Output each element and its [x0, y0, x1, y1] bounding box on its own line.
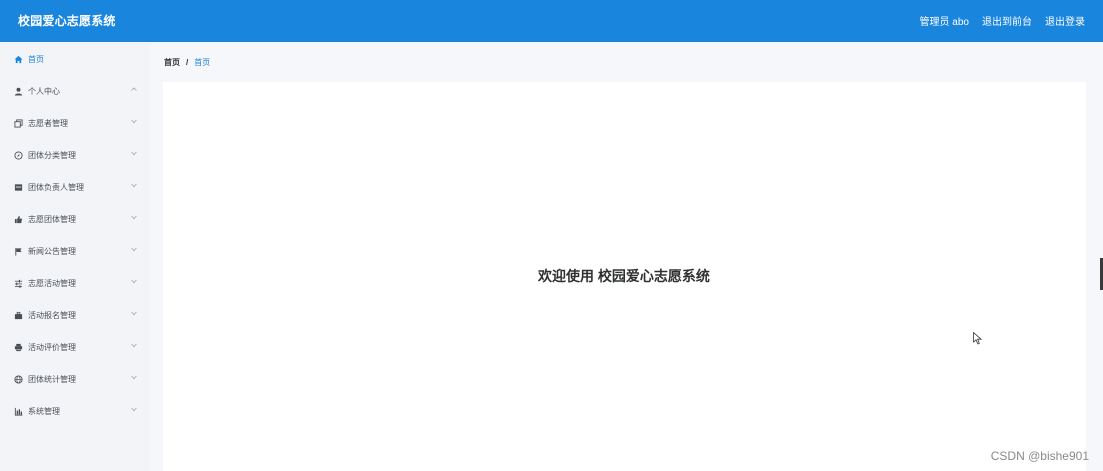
user-icon: [13, 86, 23, 96]
sidebar-item-label: 新闻公告管理: [28, 246, 76, 256]
flag-icon: [13, 246, 23, 256]
sidebar-item-profile[interactable]: 个人中心: [0, 78, 150, 104]
chevron-down-icon: [130, 213, 138, 221]
thumb-icon: [13, 214, 23, 224]
sidebar-item-label: 首页: [28, 54, 44, 64]
compass-icon: [13, 150, 23, 160]
sidebar-item-label: 团体负责人管理: [28, 182, 84, 192]
chevron-down-icon: [130, 277, 138, 285]
sidebar-item-label: 活动评价管理: [28, 342, 76, 352]
sidebar: 首页 个人中心 志愿者管理 团体分类管理 团体负责人管理 志愿团体管理 新闻公告…: [0, 42, 150, 471]
sidebar-item-label: 志愿活动管理: [28, 278, 76, 288]
welcome-message: 欢迎使用 校园爱心志愿系统: [163, 266, 1086, 286]
chevron-down-icon: [130, 373, 138, 381]
briefcase-icon: [13, 310, 23, 320]
sidebar-item-group-categories[interactable]: 团体分类管理: [0, 142, 150, 168]
welcome-card: 欢迎使用 校园爱心志愿系统: [163, 82, 1086, 471]
card-icon: [13, 182, 23, 192]
sidebar-item-volunteers[interactable]: 志愿者管理: [0, 110, 150, 136]
welcome-text: 欢迎使用 校园爱心志愿系统: [538, 268, 710, 284]
sidebar-item-label: 系统管理: [28, 406, 60, 416]
admin-user-label: 管理员 abo: [919, 17, 969, 28]
sidebar-item-volunteer-groups[interactable]: 志愿团体管理: [0, 206, 150, 232]
sidebar-item-label: 活动报名管理: [28, 310, 76, 320]
breadcrumb-separator: /: [186, 58, 189, 67]
chevron-down-icon: [130, 245, 138, 253]
sidebar-item-system[interactable]: 系统管理: [0, 398, 150, 424]
top-navbar: 校园爱心志愿系统 管理员 abo 退出到前台 退出登录: [0, 0, 1103, 42]
sidebar-item-home[interactable]: 首页: [0, 46, 150, 72]
chevron-up-icon: [130, 85, 138, 93]
sidebar-item-label: 团体统计管理: [28, 374, 76, 384]
breadcrumb: 首页 / 首页: [164, 57, 210, 68]
printer-icon: [13, 342, 23, 352]
main-content: 首页 / 首页 欢迎使用 校园爱心志愿系统: [150, 42, 1103, 471]
sidebar-item-statistics[interactable]: 团体统计管理: [0, 366, 150, 392]
chevron-down-icon: [130, 405, 138, 413]
chevron-down-icon: [130, 341, 138, 349]
breadcrumb-home[interactable]: 首页: [164, 57, 180, 68]
chevron-down-icon: [130, 309, 138, 317]
home-icon: [13, 54, 23, 64]
sidebar-item-evaluations[interactable]: 活动评价管理: [0, 334, 150, 360]
chevron-down-icon: [130, 117, 138, 125]
sidebar-item-label: 志愿团体管理: [28, 214, 76, 224]
sliders-icon: [13, 278, 23, 288]
globe-icon: [13, 374, 23, 384]
sidebar-item-registrations[interactable]: 活动报名管理: [0, 302, 150, 328]
logout-link[interactable]: 退出登录: [1045, 13, 1085, 28]
chevron-down-icon: [130, 149, 138, 157]
breadcrumb-current: 首页: [194, 58, 211, 67]
watermark: CSDN @bishe901: [990, 449, 1089, 463]
mouse-pointer-icon: [973, 331, 983, 345]
top-actions: 管理员 abo 退出到前台 退出登录: [920, 13, 1085, 28]
chart-icon: [13, 406, 23, 416]
exit-to-frontend-link[interactable]: 退出到前台: [982, 13, 1032, 28]
sidebar-item-label: 个人中心: [28, 86, 60, 96]
sidebar-item-label: 志愿者管理: [28, 118, 68, 128]
copy-icon: [13, 118, 23, 128]
sidebar-item-activities[interactable]: 志愿活动管理: [0, 270, 150, 296]
sidebar-item-label: 团体分类管理: [28, 150, 76, 160]
app-title: 校园爱心志愿系统: [18, 14, 116, 28]
sidebar-item-group-leaders[interactable]: 团体负责人管理: [0, 174, 150, 200]
chevron-down-icon: [130, 181, 138, 189]
sidebar-item-news[interactable]: 新闻公告管理: [0, 238, 150, 264]
